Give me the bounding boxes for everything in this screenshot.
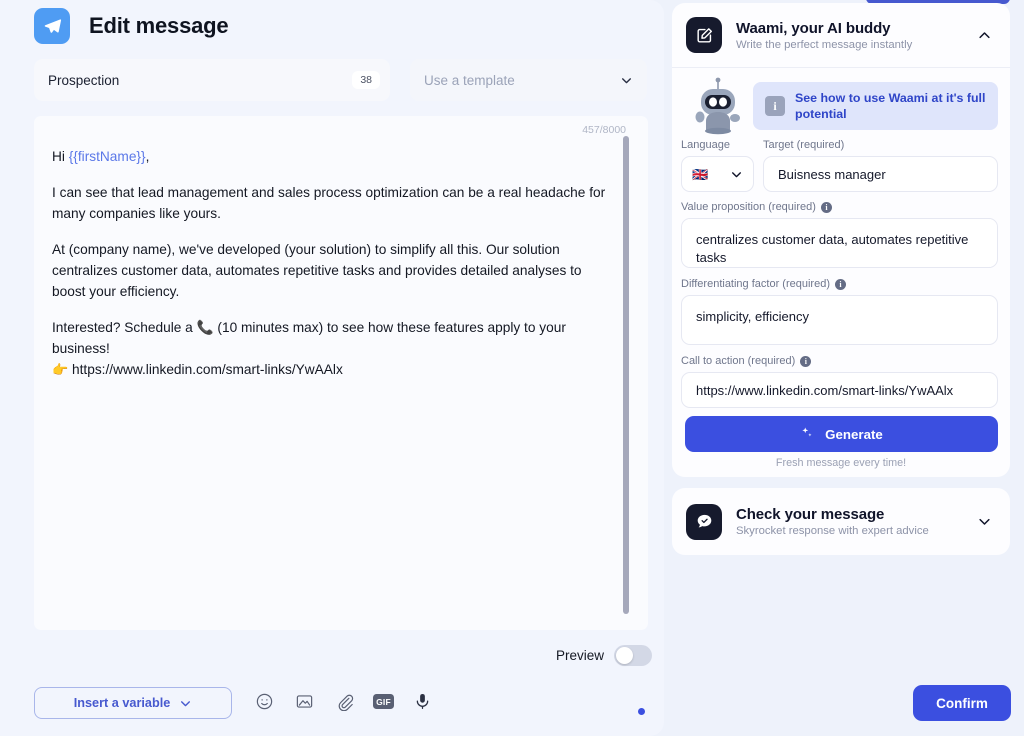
caret-indicator xyxy=(638,708,645,715)
editor-char-counter: 457/8000 xyxy=(582,124,626,136)
image-icon[interactable] xyxy=(293,690,316,713)
target-label: Target (required) xyxy=(763,139,844,151)
info-icon[interactable]: i xyxy=(834,278,846,290)
editor-scrollbar[interactable] xyxy=(623,136,629,614)
robot-mascot-icon xyxy=(686,75,750,139)
generate-caption: Fresh message every time! xyxy=(775,457,907,469)
value-proposition-input[interactable]: centralizes customer data, automates rep… xyxy=(681,218,998,268)
differentiating-factor-label-text: Differentiating factor (required) xyxy=(681,278,830,290)
waami-info-banner[interactable]: i See how to use Waami at it's full pote… xyxy=(753,82,998,130)
check-message-panel: Check your message Skyrocket response wi… xyxy=(672,488,1010,555)
preview-toggle-knob xyxy=(616,647,634,664)
editor-paragraph-3: Interested? Schedule a 📞 (10 minutes max… xyxy=(52,317,618,380)
target-label-text: Target (required) xyxy=(763,139,845,151)
smart-link-text: https://www.linkedin.com/smart-links/YwA… xyxy=(72,362,343,377)
microphone-icon[interactable] xyxy=(411,690,434,713)
chevron-down-icon xyxy=(730,168,743,181)
preview-toggle-row: Preview xyxy=(556,645,653,666)
variable-token: {{firstName}} xyxy=(68,149,146,164)
generate-label: Generate xyxy=(825,426,883,442)
preview-label: Preview xyxy=(556,648,605,663)
call-to-action-label-text: Call to action (required) xyxy=(681,355,796,367)
editor-content[interactable]: Hi {{firstName}}, I can see that lead ma… xyxy=(52,146,618,395)
paragraph-3-text: Interested? Schedule a 📞 (10 minutes max… xyxy=(52,320,566,356)
chevron-down-icon xyxy=(620,74,633,87)
subject-value: Prospection xyxy=(48,72,120,88)
value-proposition-label: Value proposition (required) i xyxy=(681,201,832,213)
check-message-header-text: Check your message Skyrocket response wi… xyxy=(736,506,977,537)
subject-char-count: 38 xyxy=(352,70,380,90)
differentiating-factor-label: Differentiating factor (required) i xyxy=(681,278,846,290)
greeting-prefix: Hi xyxy=(52,149,69,164)
preview-toggle[interactable] xyxy=(614,645,653,666)
info-icon[interactable]: i xyxy=(820,201,832,213)
editor-greeting: Hi {{firstName}}, xyxy=(52,146,618,167)
editor-toolbar-icons: GIF xyxy=(253,690,434,713)
pointing-hand-icon: 👉 xyxy=(52,362,69,377)
confirm-button[interactable]: Confirm xyxy=(913,685,1011,721)
insert-variable-label: Insert a variable xyxy=(73,696,171,710)
generate-button[interactable]: Generate xyxy=(685,416,998,452)
target-input[interactable] xyxy=(763,156,998,192)
page-title: Edit message xyxy=(89,13,229,38)
call-to-action-label: Call to action (required) i xyxy=(681,355,812,367)
page-header: Edit message xyxy=(34,8,229,44)
call-to-action-input[interactable] xyxy=(681,372,998,408)
editor-paragraph-1: I can see that lead management and sales… xyxy=(52,185,606,221)
check-message-header[interactable]: Check your message Skyrocket response wi… xyxy=(672,488,1010,555)
flag-icon: 🇬🇧 xyxy=(692,166,709,182)
message-editor[interactable]: 457/8000 Hi {{firstName}}, I can see tha… xyxy=(34,116,648,715)
subject-field[interactable]: Prospection 38 xyxy=(34,59,390,101)
paper-plane-icon xyxy=(34,8,70,44)
emoji-icon[interactable] xyxy=(253,690,276,713)
language-select[interactable]: 🇬🇧 xyxy=(681,156,754,192)
waami-header-text: Waami, your AI buddy Write the perfect m… xyxy=(736,20,977,51)
chevron-up-icon[interactable] xyxy=(977,28,992,43)
gif-icon[interactable]: GIF xyxy=(373,694,394,709)
chevron-down-icon xyxy=(179,697,192,710)
editor-paragraph-2: At (company name), we've developed (your… xyxy=(52,242,582,299)
insert-variable-button[interactable]: Insert a variable xyxy=(34,687,232,719)
waami-subtitle: Write the perfect message instantly xyxy=(736,38,913,51)
waami-info-banner-text: See how to use Waami at it's full potent… xyxy=(795,91,986,121)
language-label: Language xyxy=(681,139,730,151)
info-icon: i xyxy=(765,96,785,116)
edit-message-screen: Edit message Prospection 38 Use a templa… xyxy=(0,0,1024,736)
waami-header[interactable]: Waami, your AI buddy Write the perfect m… xyxy=(672,3,1010,68)
template-placeholder: Use a template xyxy=(424,72,515,88)
attachment-icon[interactable] xyxy=(333,690,356,713)
chat-check-icon xyxy=(686,503,722,540)
greeting-suffix: , xyxy=(145,149,150,164)
sparkle-icon xyxy=(800,426,814,443)
message-editor-pane: Edit message Prospection 38 Use a templa… xyxy=(0,0,664,736)
check-message-title: Check your message xyxy=(736,506,885,523)
compose-square-icon xyxy=(686,17,722,53)
template-dropdown[interactable]: Use a template xyxy=(410,59,647,101)
differentiating-factor-input[interactable]: simplicity, efficiency xyxy=(681,295,998,345)
chevron-down-icon[interactable] xyxy=(977,514,992,529)
info-icon[interactable]: i xyxy=(800,355,812,367)
waami-title: Waami, your AI buddy xyxy=(736,19,891,37)
waami-panel: Waami, your AI buddy Write the perfect m… xyxy=(672,3,1010,477)
check-message-subtitle: Skyrocket response with expert advice xyxy=(736,525,929,537)
value-proposition-label-text: Value proposition (required) xyxy=(681,201,816,213)
